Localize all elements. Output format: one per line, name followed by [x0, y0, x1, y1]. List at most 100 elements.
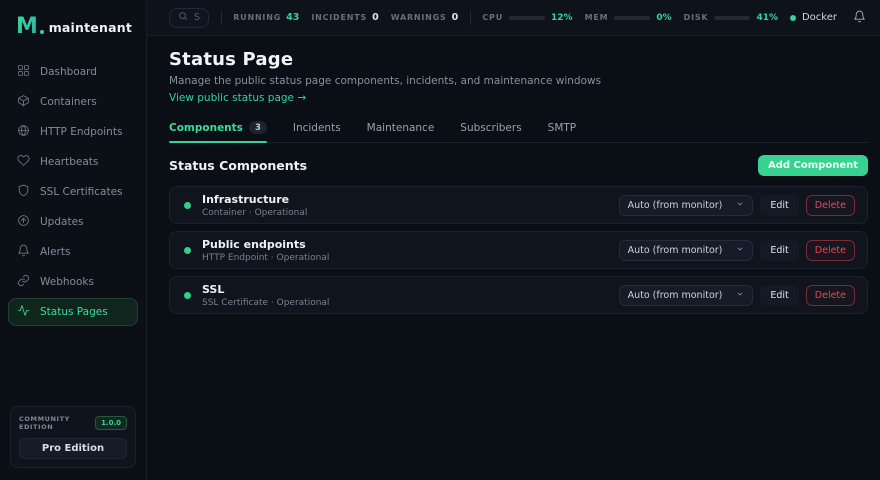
- page-content: Status Page Manage the public status pag…: [147, 36, 880, 314]
- stat-label: WARNINGS: [391, 13, 447, 22]
- section-title: Status Components: [169, 158, 307, 173]
- sidebar-item-http-endpoints[interactable]: HTTP Endpoints: [8, 118, 138, 146]
- search-box[interactable]: [169, 8, 209, 28]
- component-row: Infrastructure Container · Operational A…: [169, 186, 868, 224]
- tab-components[interactable]: Components 3: [169, 117, 267, 142]
- tab-subscribers[interactable]: Subscribers: [460, 117, 521, 142]
- delete-button[interactable]: Delete: [806, 285, 855, 306]
- link-icon: [17, 274, 30, 290]
- grid-icon: [17, 64, 30, 80]
- stat-value: 0: [452, 12, 459, 23]
- status-mode-dropdown[interactable]: Auto (from monitor): [619, 240, 754, 261]
- stat-label: INCIDENTS: [311, 13, 367, 22]
- dropdown-value: Auto (from monitor): [628, 200, 723, 211]
- edition-label: COMMUNITY EDITION: [19, 415, 95, 431]
- edition-panel: COMMUNITY EDITION 1.0.0 Pro Edition: [10, 406, 136, 468]
- operational-status-dot: [184, 292, 191, 299]
- sidebar-item-containers[interactable]: Containers: [8, 88, 138, 116]
- sidebar-item-status-pages[interactable]: Status Pages: [8, 298, 138, 326]
- tab-label: Subscribers: [460, 122, 521, 134]
- mem-meter-track: [614, 16, 650, 20]
- sidebar-item-label: Webhooks: [40, 276, 94, 288]
- page-title: Status Page: [169, 49, 868, 70]
- chevron-down-icon: [736, 290, 744, 301]
- search-icon: [178, 11, 188, 24]
- sidebar-item-heartbeats[interactable]: Heartbeats: [8, 148, 138, 176]
- stat-value: 43: [286, 12, 299, 23]
- search-input[interactable]: [194, 12, 200, 23]
- delete-button[interactable]: Delete: [806, 195, 855, 216]
- sidebar-item-label: Dashboard: [40, 66, 97, 78]
- sidebar-item-webhooks[interactable]: Webhooks: [8, 268, 138, 296]
- sidebar-item-alerts[interactable]: Alerts: [8, 238, 138, 266]
- cpu-meter-value: 12%: [551, 13, 573, 23]
- meter-label: MEM: [585, 13, 609, 22]
- sidebar-item-updates[interactable]: Updates: [8, 208, 138, 236]
- cpu-meter: CPU 12%: [482, 13, 572, 23]
- tab-label: Incidents: [293, 122, 341, 134]
- logo-dot: [40, 30, 44, 34]
- logo-m-glyph: M: [16, 16, 38, 38]
- edit-button[interactable]: Edit: [760, 285, 798, 306]
- box-icon: [17, 94, 30, 110]
- component-meta: Container · Operational: [202, 208, 307, 218]
- chevron-down-icon: [736, 200, 744, 211]
- view-public-status-page-link[interactable]: View public status page →: [169, 92, 306, 104]
- tab-label: SMTP: [548, 122, 576, 134]
- component-meta: HTTP Endpoint · Operational: [202, 253, 329, 263]
- arrow-up-circle-icon: [17, 214, 30, 230]
- status-mode-dropdown[interactable]: Auto (from monitor): [619, 195, 754, 216]
- tab-label: Components: [169, 122, 243, 134]
- tab-smtp[interactable]: SMTP: [548, 117, 576, 142]
- meter-label: CPU: [482, 13, 503, 22]
- sidebar-item-label: Status Pages: [40, 306, 108, 318]
- dropdown-value: Auto (from monitor): [628, 290, 723, 301]
- stat-value: 0: [372, 12, 379, 23]
- section-header: Status Components Add Component: [169, 155, 868, 176]
- main-area: RUNNING 43 INCIDENTS 0 WARNINGS 0 CPU 12…: [147, 0, 880, 480]
- bell-icon: [853, 13, 866, 26]
- stat-incidents: INCIDENTS 0: [311, 12, 378, 23]
- tab-maintenance[interactable]: Maintenance: [367, 117, 435, 142]
- add-component-button[interactable]: Add Component: [758, 155, 868, 176]
- stat-running: RUNNING 43: [233, 12, 299, 23]
- component-name: SSL: [202, 283, 329, 296]
- heart-icon: [17, 154, 30, 170]
- version-badge: 1.0.0: [95, 416, 127, 430]
- disk-meter-value: 41%: [756, 13, 778, 23]
- disk-meter-track: [714, 16, 750, 20]
- sidebar-item-label: SSL Certificates: [40, 186, 123, 198]
- edit-button[interactable]: Edit: [760, 240, 798, 261]
- topbar: RUNNING 43 INCIDENTS 0 WARNINGS 0 CPU 12…: [147, 0, 880, 36]
- tab-components-count-badge: 3: [249, 121, 267, 134]
- sidebar: M maintenant Dashboard Containers HTTP E…: [0, 0, 147, 480]
- tab-incidents[interactable]: Incidents: [293, 117, 341, 142]
- component-row: Public endpoints HTTP Endpoint · Operati…: [169, 231, 868, 269]
- operational-status-dot: [184, 202, 191, 209]
- page-subtitle: Manage the public status page components…: [169, 75, 868, 87]
- edit-button[interactable]: Edit: [760, 195, 798, 216]
- sidebar-item-ssl-certificates[interactable]: SSL Certificates: [8, 178, 138, 206]
- disk-meter: DISK 41%: [684, 13, 778, 23]
- dropdown-value: Auto (from monitor): [628, 245, 723, 256]
- docker-status: Docker: [790, 12, 837, 23]
- sidebar-item-label: Updates: [40, 216, 84, 228]
- globe-icon: [17, 124, 30, 140]
- tab-bar: Components 3 Incidents Maintenance Subsc…: [169, 117, 868, 143]
- sidebar-item-label: HTTP Endpoints: [40, 126, 122, 138]
- components-list: Infrastructure Container · Operational A…: [169, 186, 868, 314]
- sidebar-item-label: Heartbeats: [40, 156, 98, 168]
- notifications-bell[interactable]: [853, 10, 866, 26]
- mem-meter: MEM 0%: [585, 13, 672, 23]
- component-name: Infrastructure: [202, 193, 307, 206]
- sidebar-item-dashboard[interactable]: Dashboard: [8, 58, 138, 86]
- cpu-meter-track: [509, 16, 545, 20]
- meter-label: DISK: [684, 13, 709, 22]
- stat-label: RUNNING: [233, 13, 281, 22]
- delete-button[interactable]: Delete: [806, 240, 855, 261]
- docker-status-label: Docker: [802, 12, 837, 23]
- status-mode-dropdown[interactable]: Auto (from monitor): [619, 285, 754, 306]
- component-name: Public endpoints: [202, 238, 329, 251]
- operational-status-dot: [184, 247, 191, 254]
- pro-edition-button[interactable]: Pro Edition: [19, 438, 127, 459]
